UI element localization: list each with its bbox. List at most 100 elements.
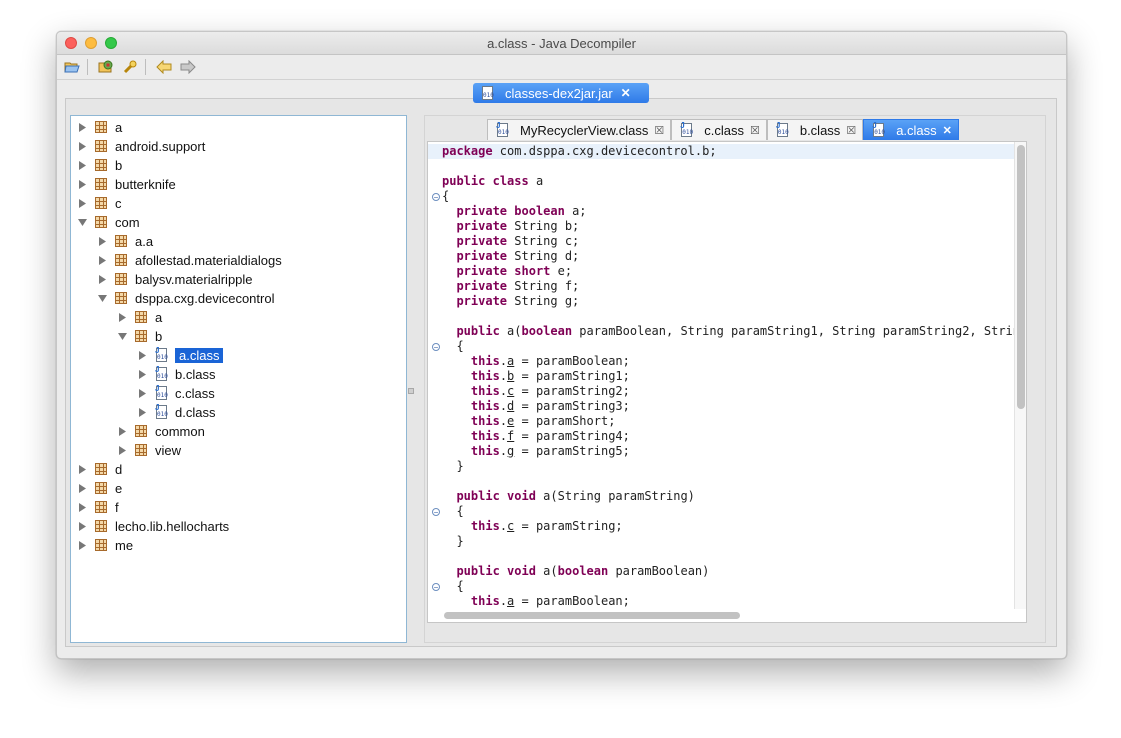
tree-package-item[interactable]: com bbox=[77, 213, 140, 231]
code-line: private String d; bbox=[456, 249, 580, 263]
tree-class-item[interactable]: J 010 b.class bbox=[137, 365, 215, 383]
tree-package-item[interactable]: f bbox=[77, 498, 119, 516]
tree-class-item[interactable]: J 010 c.class bbox=[137, 384, 215, 402]
triangle-right-icon[interactable] bbox=[77, 540, 87, 550]
tree-item-label: a.a bbox=[135, 233, 154, 249]
code-line: this.a = paramBoolean; bbox=[470, 354, 630, 368]
code-editor[interactable]: package com.dsppa.cxg.devicecontrol.b; pu… bbox=[427, 141, 1027, 623]
tree-class-item[interactable]: J 010 a.class bbox=[137, 346, 224, 364]
triangle-down-icon[interactable] bbox=[117, 331, 127, 341]
tree-package-item[interactable]: c bbox=[77, 194, 122, 212]
tree-package-item[interactable]: dsppa.cxg.devicecontrol bbox=[97, 289, 274, 307]
code-line: this.b = paramString1; bbox=[470, 369, 630, 383]
tree-package-item[interactable]: lecho.lib.hellocharts bbox=[77, 517, 229, 535]
triangle-right-icon[interactable] bbox=[77, 464, 87, 474]
code-line: this.c = paramString; bbox=[470, 519, 623, 533]
tree-package-item[interactable]: common bbox=[117, 422, 205, 440]
back-button[interactable] bbox=[155, 58, 173, 76]
tree-package-item[interactable]: a bbox=[117, 308, 162, 326]
package-icon bbox=[95, 482, 107, 494]
triangle-down-icon[interactable] bbox=[97, 293, 107, 303]
search-button[interactable] bbox=[121, 58, 139, 76]
open-folder-icon bbox=[64, 62, 80, 73]
tree-package-item[interactable]: butterknife bbox=[77, 175, 176, 193]
package-tree[interactable]: a android.support b butterknife c com a.a afoll… bbox=[70, 115, 407, 643]
fold-toggle-icon[interactable]: − bbox=[432, 508, 440, 517]
triangle-right-icon[interactable] bbox=[77, 179, 87, 189]
triangle-right-icon[interactable] bbox=[77, 483, 87, 493]
tree-package-item[interactable]: a bbox=[77, 118, 122, 136]
file-tabs: J 010 MyRecyclerView.class ☒ J 010 c.class ☒ J 01… bbox=[487, 119, 959, 141]
package-icon bbox=[135, 330, 147, 342]
code-line: this.c = paramString2; bbox=[470, 384, 630, 398]
triangle-right-icon[interactable] bbox=[97, 236, 107, 246]
open-file-button[interactable] bbox=[63, 58, 81, 76]
code-line: } bbox=[442, 459, 464, 473]
tree-package-item[interactable]: balysv.materialripple bbox=[97, 270, 253, 288]
editor-tab[interactable]: J 010 MyRecyclerView.class ☒ bbox=[487, 119, 672, 140]
jar-tab[interactable]: 010 classes-dex2jar.jar ✕ bbox=[473, 83, 649, 103]
triangle-right-icon[interactable] bbox=[137, 407, 147, 417]
close-tab-icon[interactable]: ☒ bbox=[846, 124, 856, 137]
fold-toggle-icon[interactable]: − bbox=[432, 193, 440, 202]
code-line: { bbox=[442, 579, 464, 593]
window-title: a.class - Java Decompiler bbox=[487, 36, 636, 51]
package-icon bbox=[95, 197, 107, 209]
tree-item-label: dsppa.cxg.devicecontrol bbox=[135, 290, 275, 306]
tree-package-item[interactable]: view bbox=[117, 441, 181, 459]
code-line: this.f = paramString4; bbox=[470, 429, 630, 443]
jar-tab-label: classes-dex2jar.jar bbox=[505, 85, 613, 101]
forward-button[interactable] bbox=[179, 58, 197, 76]
open-type-button[interactable] bbox=[97, 58, 115, 76]
package-icon bbox=[135, 311, 147, 323]
triangle-right-icon[interactable] bbox=[97, 274, 107, 284]
tree-package-item[interactable]: d bbox=[77, 460, 122, 478]
tree-item-label: c bbox=[115, 195, 122, 211]
vertical-scrollbar-thumb[interactable] bbox=[1017, 145, 1025, 409]
triangle-right-icon[interactable] bbox=[137, 350, 147, 360]
split-handle[interactable] bbox=[408, 388, 414, 394]
horizontal-scrollbar-thumb[interactable] bbox=[444, 612, 740, 619]
fold-toggle-icon[interactable]: − bbox=[432, 583, 440, 592]
triangle-right-icon[interactable] bbox=[117, 426, 127, 436]
triangle-right-icon[interactable] bbox=[77, 141, 87, 151]
triangle-down-icon[interactable] bbox=[77, 217, 87, 227]
close-tab-icon[interactable]: ☒ bbox=[750, 124, 760, 137]
triangle-right-icon[interactable] bbox=[77, 160, 87, 170]
close-tab-icon[interactable]: ☒ bbox=[654, 124, 664, 137]
tree-package-item[interactable]: e bbox=[77, 479, 122, 497]
package-icon bbox=[115, 273, 127, 285]
triangle-right-icon[interactable] bbox=[77, 502, 87, 512]
triangle-right-icon[interactable] bbox=[137, 369, 147, 379]
tree-package-item[interactable]: me bbox=[77, 536, 133, 554]
tree-package-item[interactable]: a.a bbox=[97, 232, 153, 250]
close-tab-icon[interactable]: ✕ bbox=[943, 124, 952, 137]
editor-tab[interactable]: J 010 c.class ☒ bbox=[671, 119, 767, 140]
tree-item-label: d.class bbox=[175, 404, 216, 420]
tree-package-item[interactable]: afollestad.materialdialogs bbox=[97, 251, 282, 269]
triangle-right-icon[interactable] bbox=[97, 255, 107, 265]
triangle-right-icon[interactable] bbox=[77, 198, 87, 208]
editor-tab[interactable]: J 010 a.class ✕ bbox=[863, 119, 959, 140]
tree-class-item[interactable]: J 010 d.class bbox=[137, 403, 215, 421]
class-file-icon: J 010 bbox=[872, 121, 886, 137]
triangle-right-icon[interactable] bbox=[77, 521, 87, 531]
close-tab-icon[interactable]: ✕ bbox=[621, 86, 631, 100]
tree-package-item[interactable]: b bbox=[77, 156, 122, 174]
tree-item-label: a.class bbox=[175, 347, 224, 363]
tree-item-label: common bbox=[155, 423, 205, 439]
tree-package-item[interactable]: b bbox=[117, 327, 162, 345]
triangle-right-icon[interactable] bbox=[117, 312, 127, 322]
code-line: this.a = paramBoolean; bbox=[470, 594, 630, 608]
tree-item-label: balysv.materialripple bbox=[135, 271, 253, 287]
vertical-scroll-track[interactable] bbox=[1014, 142, 1026, 609]
fold-toggle-icon[interactable]: − bbox=[432, 343, 440, 352]
package-icon bbox=[115, 292, 127, 304]
tree-package-item[interactable]: android.support bbox=[77, 137, 205, 155]
editor-tab[interactable]: J 010 b.class ☒ bbox=[766, 119, 864, 140]
package-icon bbox=[95, 121, 107, 133]
triangle-right-icon[interactable] bbox=[137, 388, 147, 398]
triangle-right-icon[interactable] bbox=[117, 445, 127, 455]
tree-item-label: me bbox=[115, 537, 134, 553]
triangle-right-icon[interactable] bbox=[77, 122, 87, 132]
